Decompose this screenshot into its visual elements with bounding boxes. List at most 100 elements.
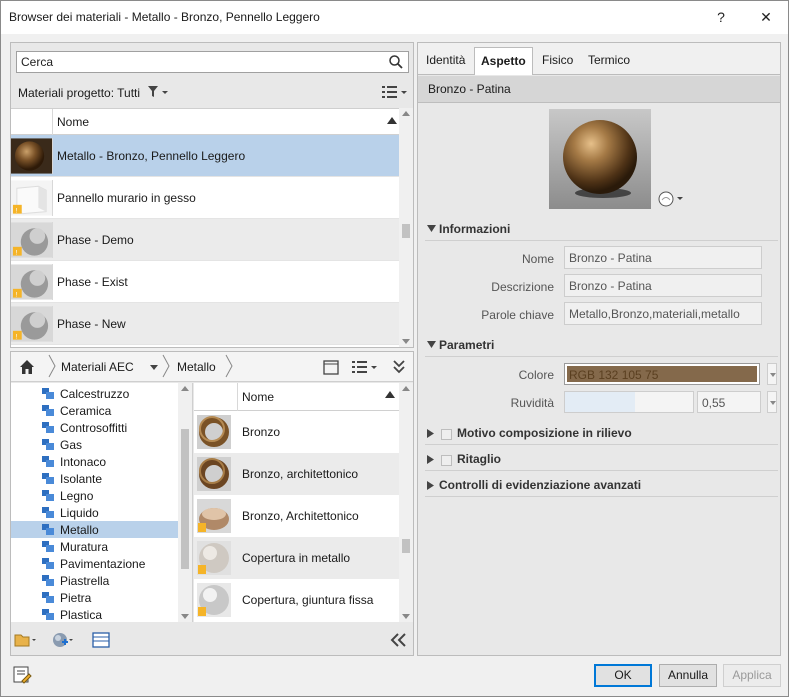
- tab-termico[interactable]: Termico: [582, 47, 636, 75]
- nome-field[interactable]: Bronzo - Patina: [564, 246, 762, 269]
- search-input[interactable]: [17, 52, 377, 72]
- colore-options-button[interactable]: [767, 363, 777, 385]
- tab-aspetto[interactable]: Aspetto: [474, 47, 533, 75]
- list-item[interactable]: Bronzo, architettonico: [194, 453, 413, 495]
- table-row[interactable]: ! Phase - Exist: [11, 261, 401, 303]
- tree-item[interactable]: Liquido: [11, 504, 192, 521]
- close-button[interactable]: ✕: [754, 7, 778, 27]
- descrizione-field[interactable]: Bronzo - Patina: [564, 274, 762, 297]
- section-parametri[interactable]: Parametri: [425, 335, 778, 357]
- chevron-right-icon[interactable]: [47, 354, 57, 378]
- material-name: Phase - Exist: [57, 275, 128, 289]
- ruvidita-options-button[interactable]: [767, 391, 777, 413]
- tree-item[interactable]: Legno: [11, 487, 192, 504]
- ok-button[interactable]: OK: [594, 664, 652, 687]
- chevron-right-icon[interactable]: [161, 354, 171, 378]
- section-motivo-rilievo[interactable]: Motivo composizione in rilievo: [425, 423, 778, 445]
- chevron-down-icon: [427, 225, 436, 232]
- ruvidita-label: Ruvidità: [510, 396, 554, 410]
- scroll-up-icon[interactable]: [181, 386, 189, 391]
- panel-toggle-icon[interactable]: [323, 360, 339, 375]
- collapse-panel-icon[interactable]: [388, 631, 410, 649]
- list-item[interactable]: Bronzo, Architettonico: [194, 495, 413, 537]
- tab-identita[interactable]: Identità: [420, 47, 471, 75]
- chevron-down-icon[interactable]: [150, 365, 158, 371]
- section-controlli-evidenziazione[interactable]: Controlli di evidenziazione avanzati: [425, 475, 778, 497]
- chevron-right-icon[interactable]: [224, 354, 234, 378]
- category-scrollbar[interactable]: [178, 383, 192, 622]
- create-material-icon[interactable]: [51, 631, 73, 649]
- list-item[interactable]: Copertura in metallo: [194, 537, 413, 579]
- sort-ascending-icon[interactable]: [385, 391, 395, 398]
- colore-field[interactable]: RGB 132 105 75: [564, 363, 760, 385]
- view-options-icon[interactable]: [351, 360, 377, 374]
- scroll-thumb[interactable]: [402, 224, 410, 238]
- material-category-icon: [42, 388, 54, 399]
- applica-button[interactable]: Applica: [723, 664, 781, 687]
- section-ritaglio[interactable]: Ritaglio: [425, 449, 778, 471]
- project-materials-label: Materiali progetto: Tutti: [18, 86, 141, 100]
- table-row[interactable]: Metallo - Bronzo, Pennello Leggero: [11, 135, 401, 177]
- material-editor-icon[interactable]: [12, 665, 32, 685]
- scroll-down-icon[interactable]: [402, 339, 410, 344]
- light-sphere-thumbnail: [197, 541, 231, 575]
- material-category-icon: [42, 405, 54, 416]
- open-library-icon[interactable]: [14, 631, 36, 649]
- grey-sphere-thumbnail: !: [11, 306, 53, 342]
- tree-item[interactable]: Gas: [11, 436, 192, 453]
- scroll-thumb[interactable]: [181, 429, 189, 569]
- scroll-thumb[interactable]: [402, 539, 410, 553]
- tree-item[interactable]: Plastica: [11, 606, 192, 622]
- name-column-header[interactable]: Nome: [57, 115, 89, 129]
- tree-item-selected[interactable]: Metallo: [11, 521, 192, 538]
- tree-item[interactable]: Isolante: [11, 470, 192, 487]
- tree-item[interactable]: Pavimentazione: [11, 555, 192, 572]
- scroll-up-icon[interactable]: [402, 111, 410, 116]
- list-item[interactable]: Copertura, giuntura fissa: [194, 579, 413, 621]
- help-button[interactable]: ?: [709, 7, 733, 27]
- tree-item[interactable]: Muratura: [11, 538, 192, 555]
- project-materials-scrollbar[interactable]: [399, 108, 413, 347]
- list-item[interactable]: Bronzo: [194, 411, 413, 453]
- table-row[interactable]: ! Pannello murario in gesso: [11, 177, 401, 219]
- breadcrumb-item[interactable]: Materiali AEC: [61, 360, 134, 374]
- motivo-checkbox[interactable]: [441, 429, 452, 440]
- tree-item[interactable]: Ceramica: [11, 402, 192, 419]
- tree-item[interactable]: Intonaco: [11, 453, 192, 470]
- tree-item[interactable]: Piastrella: [11, 572, 192, 589]
- tab-fisico[interactable]: Fisico: [536, 47, 579, 75]
- color-swatch: RGB 132 105 75: [567, 366, 757, 382]
- search-icon[interactable]: [388, 54, 404, 70]
- material-preview-image: [549, 109, 651, 209]
- name-column-header[interactable]: Nome: [242, 390, 274, 404]
- view-options-icon[interactable]: [381, 85, 407, 99]
- scroll-down-icon[interactable]: [402, 614, 410, 619]
- table-row[interactable]: ! Phase - Demo: [11, 219, 401, 261]
- filter-icon[interactable]: [147, 85, 169, 99]
- tree-item[interactable]: Controsoffitti: [11, 419, 192, 436]
- light-sphere-thumbnail: [197, 583, 231, 617]
- preview-options-icon[interactable]: [658, 191, 686, 207]
- ruvidita-slider[interactable]: [564, 391, 694, 413]
- scroll-up-icon[interactable]: [402, 386, 410, 391]
- section-informazioni[interactable]: Informazioni: [425, 219, 778, 241]
- asset-browser-icon[interactable]: [91, 631, 113, 649]
- ritaglio-checkbox[interactable]: [441, 455, 452, 466]
- material-category-icon: [42, 456, 54, 467]
- material-name: Phase - Demo: [57, 233, 134, 247]
- ruvidita-value[interactable]: 0,55: [697, 391, 761, 413]
- breadcrumb-item[interactable]: Metallo: [177, 360, 216, 374]
- double-chevron-down-icon[interactable]: [393, 359, 405, 375]
- sort-ascending-icon[interactable]: [387, 117, 397, 124]
- scroll-down-icon[interactable]: [181, 614, 189, 619]
- library-list-scrollbar[interactable]: [399, 383, 413, 622]
- home-icon[interactable]: [19, 359, 35, 375]
- material-name: Bronzo: [242, 425, 281, 439]
- table-header: Nome: [194, 383, 413, 411]
- tree-item[interactable]: Calcestruzzo: [11, 385, 192, 402]
- tree-item[interactable]: Pietra: [11, 589, 192, 606]
- parole-chiave-field[interactable]: Metallo,Bronzo,materiali,metallo: [564, 302, 762, 325]
- material-name: Bronzo, Architettonico: [242, 509, 359, 523]
- table-row[interactable]: ! Phase - New: [11, 303, 401, 345]
- annulla-button[interactable]: Annulla: [659, 664, 717, 687]
